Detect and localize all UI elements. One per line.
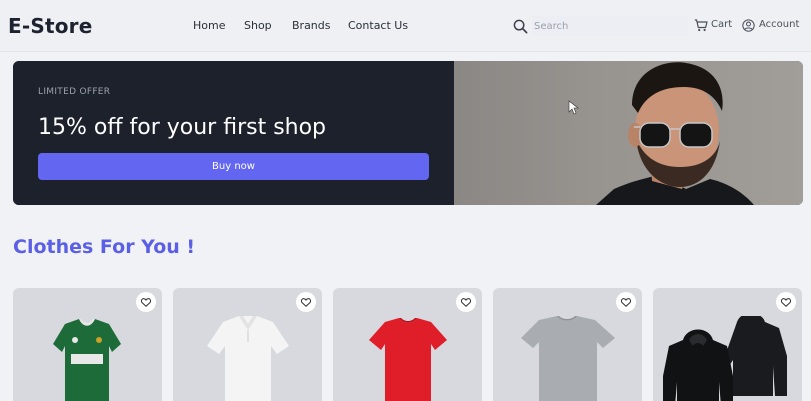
nav-shop-link[interactable]: Shop: [244, 19, 272, 32]
nav-contact-link[interactable]: Contact Us: [348, 19, 408, 32]
favorite-button[interactable]: [456, 292, 476, 312]
favorite-button[interactable]: [616, 292, 636, 312]
product-card[interactable]: [173, 288, 322, 401]
white-polo-image: [207, 316, 289, 401]
search-box: [512, 15, 690, 37]
account-label: Account: [759, 19, 800, 30]
product-card[interactable]: [13, 288, 162, 401]
heart-icon: [781, 297, 791, 307]
buy-now-button[interactable]: Buy now: [38, 153, 429, 180]
green-jersey-image: [53, 319, 121, 401]
model-illustration: [568, 62, 754, 205]
grey-tshirt-image: [521, 316, 615, 401]
heart-icon: [301, 297, 311, 307]
cart-icon: [694, 19, 708, 32]
heart-icon: [621, 297, 631, 307]
product-card[interactable]: [333, 288, 482, 401]
promo-text-panel: LIMITED OFFER 15% off for your first sho…: [13, 61, 454, 205]
product-card[interactable]: [653, 288, 802, 401]
model-photo: [454, 61, 803, 205]
top-navigation-bar: E-Store Home Shop Brands Contact Us Cart…: [0, 0, 811, 52]
offer-title: 15% off for your first shop: [38, 115, 327, 140]
favorite-button[interactable]: [296, 292, 316, 312]
favorite-button[interactable]: [136, 292, 156, 312]
search-input[interactable]: [532, 16, 688, 36]
store-logo[interactable]: E-Store: [8, 14, 93, 38]
offer-label: LIMITED OFFER: [38, 87, 111, 97]
product-card[interactable]: [493, 288, 642, 401]
nav-brands-link[interactable]: Brands: [292, 19, 331, 32]
black-hoodies-image: [663, 316, 787, 401]
cart-label: Cart: [711, 19, 733, 30]
heart-icon: [461, 297, 471, 307]
section-title: Clothes For You !: [13, 236, 196, 258]
nav-home-link[interactable]: Home: [193, 19, 225, 32]
favorite-button[interactable]: [776, 292, 796, 312]
red-tshirt-image: [369, 318, 447, 401]
promo-banner: LIMITED OFFER 15% off for your first sho…: [13, 61, 803, 205]
search-icon[interactable]: [513, 19, 528, 34]
user-circle-icon: [742, 19, 755, 32]
heart-icon: [141, 297, 151, 307]
